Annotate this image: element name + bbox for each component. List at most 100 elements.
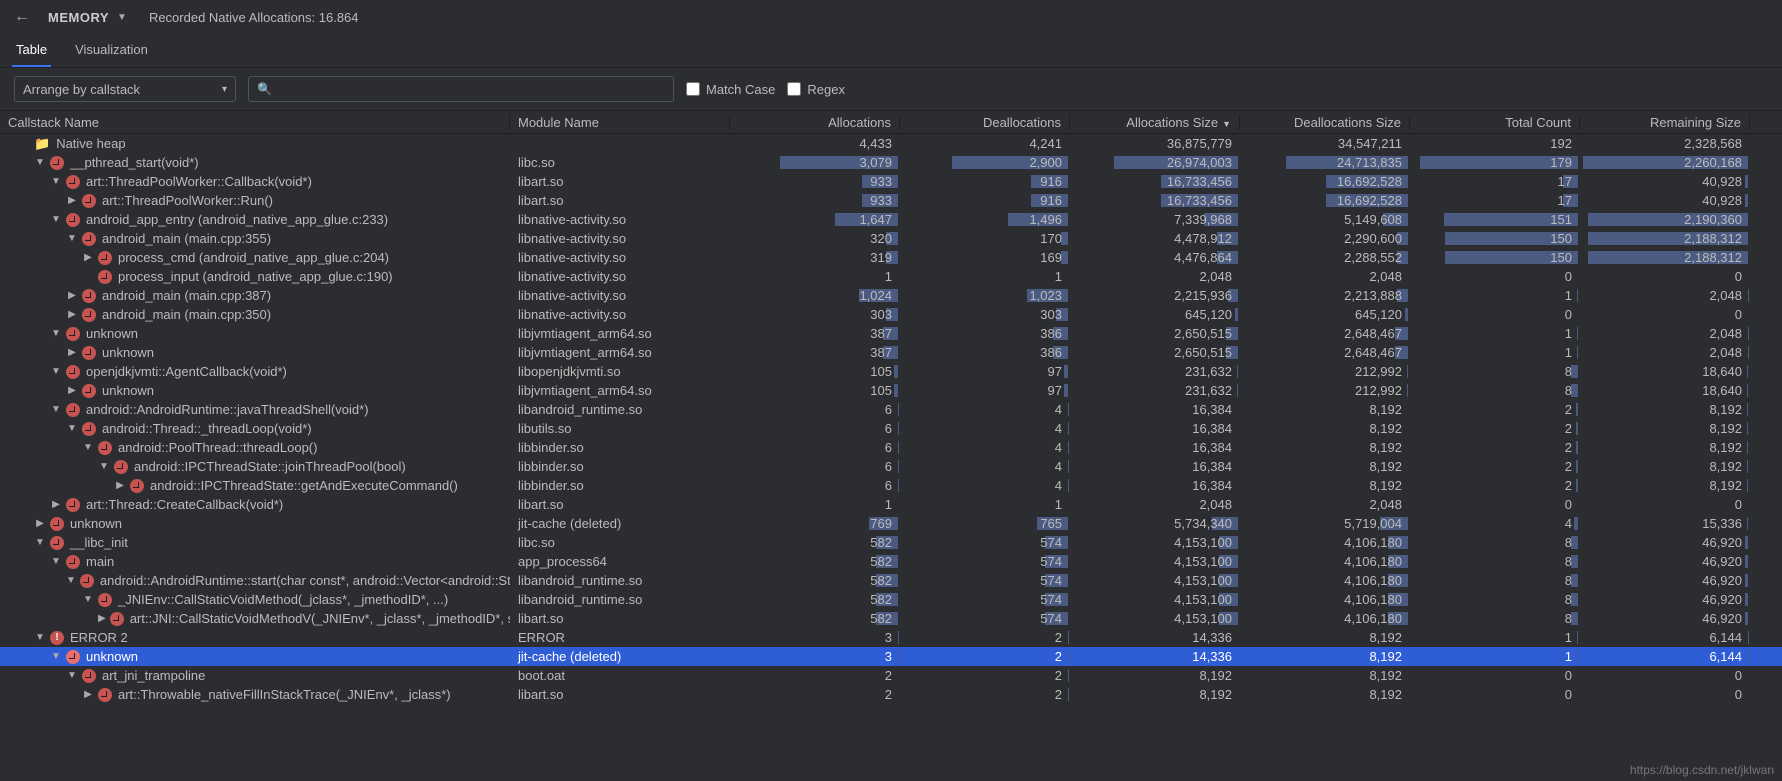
search-input[interactable] — [278, 82, 665, 97]
table-row[interactable]: ▶android_main (main.cpp:350)libnative-ac… — [0, 305, 1782, 324]
deallocs-cell: 916 — [900, 193, 1070, 208]
table-row[interactable]: ▼unknownlibjvmtiagent_arm64.so3873862,65… — [0, 324, 1782, 343]
disclosure-closed-icon[interactable]: ▶ — [98, 613, 106, 624]
table-row[interactable]: ▼android::IPCThreadState::joinThreadPool… — [0, 457, 1782, 476]
alloc_size-cell: 14,336 — [1070, 649, 1240, 664]
table-row[interactable]: ▼art::ThreadPoolWorker::Callback(void*)l… — [0, 172, 1782, 191]
table-row[interactable]: ▼unknownjit-cache (deleted)3214,3368,192… — [0, 647, 1782, 666]
callstack-cell: ▶process_input (android_native_app_glue.… — [0, 269, 510, 284]
allocs-cell: 105 — [730, 383, 900, 398]
table-row[interactable]: ▶android::IPCThreadState::getAndExecuteC… — [0, 476, 1782, 495]
deallocs-cell: 1 — [900, 497, 1070, 512]
disclosure-open-icon[interactable]: ▼ — [66, 233, 78, 244]
disclosure-closed-icon[interactable]: ▶ — [34, 518, 46, 529]
match-case-input[interactable] — [686, 82, 700, 96]
callstack-name: ERROR 2 — [70, 630, 128, 645]
disclosure-open-icon[interactable]: ▼ — [34, 537, 46, 548]
disclosure-closed-icon[interactable]: ▶ — [66, 195, 78, 206]
table-row[interactable]: ▼openjdkjvmti::AgentCallback(void*)libop… — [0, 362, 1782, 381]
regex-checkbox[interactable]: Regex — [787, 82, 845, 97]
disclosure-open-icon[interactable]: ▼ — [50, 556, 62, 567]
timer-icon — [98, 441, 112, 455]
disclosure-open-icon[interactable]: ▼ — [50, 328, 62, 339]
disclosure-closed-icon[interactable]: ▶ — [114, 480, 126, 491]
tab-visualization[interactable]: Visualization — [71, 34, 152, 67]
table-row[interactable]: ▶unknownjit-cache (deleted)7697655,734,3… — [0, 514, 1782, 533]
disclosure-open-icon[interactable]: ▼ — [50, 404, 62, 415]
table-row[interactable]: ▼mainapp_process645825744,153,1004,106,1… — [0, 552, 1782, 571]
disclosure-open-icon[interactable]: ▼ — [50, 214, 62, 225]
disclosure-closed-icon[interactable]: ▶ — [66, 309, 78, 320]
dealloc_size-cell: 2,048 — [1240, 497, 1410, 512]
disclosure-open-icon[interactable]: ▼ — [66, 575, 76, 586]
deallocs-cell: 97 — [900, 364, 1070, 379]
col-total-count[interactable]: Total Count — [1410, 115, 1580, 130]
disclosure-open-icon[interactable]: ▼ — [66, 670, 78, 681]
disclosure-open-icon[interactable]: ▼ — [82, 442, 94, 453]
table-row[interactable]: ▼android::Thread::_threadLoop(void*)libu… — [0, 419, 1782, 438]
table-row[interactable]: ▶process_input (android_native_app_glue.… — [0, 267, 1782, 286]
col-dealloc-size[interactable]: Deallocations Size — [1240, 115, 1410, 130]
timer-icon — [66, 175, 80, 189]
table-row[interactable]: ▶art::JNI::CallStaticVoidMethodV(_JNIEnv… — [0, 609, 1782, 628]
table-row[interactable]: ▶unknownlibjvmtiagent_arm64.so3873862,65… — [0, 343, 1782, 362]
col-deallocations[interactable]: Deallocations — [900, 115, 1070, 130]
allocs-cell: 1,024 — [730, 288, 900, 303]
disclosure-closed-icon[interactable]: ▶ — [50, 499, 62, 510]
disclosure-open-icon[interactable]: ▼ — [98, 461, 110, 472]
callstack-name: unknown — [102, 383, 154, 398]
table-row[interactable]: ▼android::AndroidRuntime::start(char con… — [0, 571, 1782, 590]
dealloc_size-cell: 8,192 — [1240, 687, 1410, 702]
col-callstack[interactable]: Callstack Name — [0, 115, 510, 130]
module-cell: libc.so — [510, 535, 730, 550]
table-row[interactable]: ▼android::AndroidRuntime::javaThreadShel… — [0, 400, 1782, 419]
callstack-cell: ▶📁Native heap — [0, 136, 510, 152]
disclosure-open-icon[interactable]: ▼ — [34, 632, 46, 643]
disclosure-closed-icon[interactable]: ▶ — [66, 290, 78, 301]
table-row[interactable]: ▶android_main (main.cpp:387)libnative-ac… — [0, 286, 1782, 305]
table-row[interactable]: ▼_JNIEnv::CallStaticVoidMethod(_jclass*,… — [0, 590, 1782, 609]
disclosure-closed-icon[interactable]: ▶ — [82, 252, 94, 263]
table-row[interactable]: ▼!ERROR 2ERROR3214,3368,19216,144 — [0, 628, 1782, 647]
disclosure-open-icon[interactable]: ▼ — [82, 594, 94, 605]
search-field[interactable]: 🔍 — [248, 76, 674, 102]
arrange-by-select[interactable]: Arrange by callstack ▾ — [14, 76, 236, 102]
dealloc_size-cell: 8,192 — [1240, 630, 1410, 645]
disclosure-open-icon[interactable]: ▼ — [66, 423, 78, 434]
disclosure-open-icon[interactable]: ▼ — [50, 176, 62, 187]
deallocs-cell: 574 — [900, 554, 1070, 569]
table-row[interactable]: ▼android_main (main.cpp:355)libnative-ac… — [0, 229, 1782, 248]
table-row[interactable]: ▶art::ThreadPoolWorker::Run()libart.so93… — [0, 191, 1782, 210]
table-row[interactable]: ▼android_app_entry (android_native_app_g… — [0, 210, 1782, 229]
match-case-checkbox[interactable]: Match Case — [686, 82, 775, 97]
table-row[interactable]: ▶art::Thread::CreateCallback(void*)libar… — [0, 495, 1782, 514]
remain_size-cell: 2,328,568 — [1580, 136, 1750, 151]
table-row[interactable]: ▼android::PoolThread::threadLoop()libbin… — [0, 438, 1782, 457]
callstack-cell: ▼android::IPCThreadState::joinThreadPool… — [0, 459, 510, 474]
disclosure-closed-icon[interactable]: ▶ — [66, 347, 78, 358]
regex-input[interactable] — [787, 82, 801, 96]
remain_size-cell: 46,920 — [1580, 554, 1750, 569]
table-row[interactable]: ▼art_jni_trampolineboot.oat228,1928,1920… — [0, 666, 1782, 685]
disclosure-open-icon[interactable]: ▼ — [50, 366, 62, 377]
col-remaining-size[interactable]: Remaining Size — [1580, 115, 1750, 130]
col-alloc-size[interactable]: Allocations Size▼ — [1070, 115, 1240, 130]
chevron-down-icon[interactable]: ▼ — [117, 12, 127, 23]
table-row[interactable]: ▶📁Native heap4,4334,24136,875,77934,547,… — [0, 134, 1782, 153]
disclosure-open-icon[interactable]: ▼ — [50, 651, 62, 662]
deallocs-cell: 765 — [900, 516, 1070, 531]
table-row[interactable]: ▼__pthread_start(void*)libc.so3,0792,900… — [0, 153, 1782, 172]
callstack-cell: ▼_JNIEnv::CallStaticVoidMethod(_jclass*,… — [0, 592, 510, 607]
total_count-cell: 8 — [1410, 592, 1580, 607]
tab-table[interactable]: Table — [12, 34, 51, 67]
table-row[interactable]: ▼__libc_initlibc.so5825744,153,1004,106,… — [0, 533, 1782, 552]
table-row[interactable]: ▶unknownlibjvmtiagent_arm64.so10597231,6… — [0, 381, 1782, 400]
table-row[interactable]: ▶art::Throwable_nativeFillInStackTrace(_… — [0, 685, 1782, 704]
col-module[interactable]: Module Name — [510, 115, 730, 130]
disclosure-open-icon[interactable]: ▼ — [34, 157, 46, 168]
table-row[interactable]: ▶process_cmd (android_native_app_glue.c:… — [0, 248, 1782, 267]
back-arrow-icon[interactable]: ← — [14, 8, 30, 26]
disclosure-closed-icon[interactable]: ▶ — [82, 689, 94, 700]
col-allocations[interactable]: Allocations — [730, 115, 900, 130]
disclosure-closed-icon[interactable]: ▶ — [66, 385, 78, 396]
